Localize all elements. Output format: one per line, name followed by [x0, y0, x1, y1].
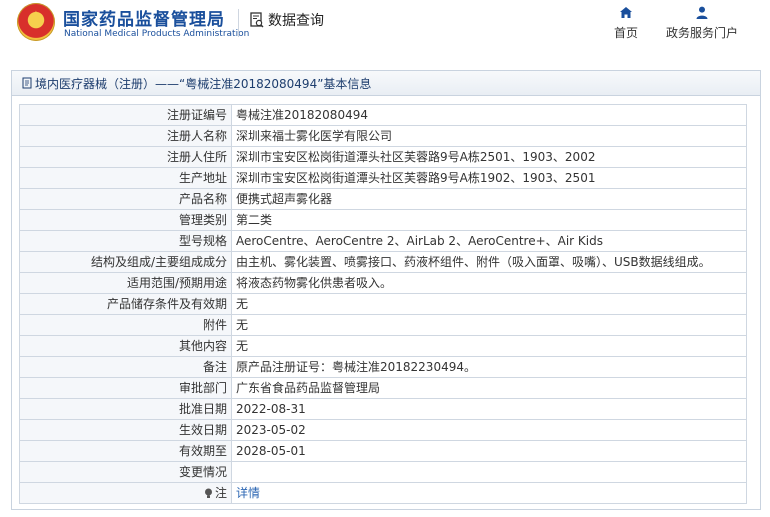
table-row: 其他内容无 — [19, 335, 747, 357]
table-row: 备注 原产品注册证号：粤械注准20182230494。 — [19, 356, 747, 378]
lightbulb-icon — [204, 488, 212, 498]
table-row: 变更情况 — [19, 461, 747, 483]
document-search-icon — [250, 11, 264, 27]
note-row: 注 详情 — [19, 482, 747, 504]
note-label-cell: 注 — [19, 482, 232, 504]
row-label: 其他内容 — [19, 335, 232, 357]
data-query-label: 数据查询 — [268, 13, 324, 29]
row-label: 型号规格 — [19, 230, 232, 252]
table-row: 产品储存条件及有效期无 — [19, 293, 747, 315]
nav-home-label: 首页 — [613, 26, 638, 40]
row-value: 2028-05-01 — [231, 440, 747, 462]
table-row: 注册人住所 深圳市宝安区松岗街道潭头社区芙蓉路9号A栋2501、1903、2002 — [19, 146, 747, 168]
row-value: 无 — [231, 335, 747, 357]
row-label: 变更情况 — [19, 461, 232, 483]
row-label: 注册人住所 — [19, 146, 232, 168]
row-value: 粤械注准20182080494 — [231, 104, 747, 126]
row-label: 注册人名称 — [19, 125, 232, 147]
document-icon — [22, 77, 32, 89]
site-logo-title[interactable]: 国家药品监督管理局 — [63, 5, 225, 30]
table-row: 审批部门 广东省食品药品监督管理局 — [19, 377, 747, 399]
row-value: 广东省食品药品监督管理局 — [231, 377, 747, 399]
row-value: 无 — [231, 293, 747, 315]
row-label: 产品储存条件及有效期 — [19, 293, 232, 315]
table-row: 批准日期 2022-08-31 — [19, 398, 747, 420]
national-emblem-icon: ★ — [17, 3, 55, 41]
row-label: 有效期至 — [19, 440, 232, 462]
note-value-cell: 详情 — [231, 482, 747, 504]
row-value: 将液态药物雾化供患者吸入。 — [231, 272, 747, 294]
table-row: 有效期至 2028-05-01 — [19, 440, 747, 462]
nav-portal-label: 政务服务门户 — [665, 26, 738, 40]
row-value: 第二类 — [231, 209, 747, 231]
row-value: 无 — [231, 314, 747, 336]
row-label: 管理类别 — [19, 209, 232, 231]
row-label: 产品名称 — [19, 188, 232, 210]
header-divider — [238, 9, 239, 37]
row-value — [231, 461, 747, 483]
user-icon — [696, 6, 708, 19]
site-logo-subtitle: National Medical Products Administration — [64, 29, 250, 39]
panel-title-bar: 境内医疗器械（注册）——“粤械注准20182080494”基本信息 — [12, 71, 760, 96]
row-value: 2023-05-02 — [231, 419, 747, 441]
table-row: 附件无 — [19, 314, 747, 336]
table-row: 型号规格 AeroCentre、AeroCentre 2、AirLab 2、Aer… — [19, 230, 747, 252]
table-row: 注册人名称 深圳来福士雾化医学有限公司 — [19, 125, 747, 147]
row-label: 注册证编号 — [19, 104, 232, 126]
row-value: 由主机、雾化装置、喷雾接口、药液杯组件、附件（吸入面罩、吸嘴）、USB数据线组成… — [231, 251, 747, 273]
table-row: 适用范围/预期用途 将液态药物雾化供患者吸入。 — [19, 272, 747, 294]
table-row: 生产地址 深圳市宝安区松岗街道潭头社区芙蓉路9号A栋1902、1903、2501 — [19, 167, 747, 189]
row-label: 生效日期 — [19, 419, 232, 441]
row-value: 深圳来福士雾化医学有限公司 — [231, 125, 747, 147]
table-row: 管理类别 第二类 — [19, 209, 747, 231]
row-value: 原产品注册证号：粤械注准20182230494。 — [231, 356, 747, 378]
row-label: 批准日期 — [19, 398, 232, 420]
row-label: 生产地址 — [19, 167, 232, 189]
detail-table: 注册证编号 粤械注准20182080494 注册人名称 深圳来福士雾化医学有限公司 … — [19, 104, 747, 504]
nav-service-portal[interactable]: 政务服务门户 — [664, 6, 740, 41]
panel-title: 境内医疗器械（注册）——“粤械注准20182080494”基本信息 — [35, 76, 372, 91]
site-header: ★ 国家药品监督管理局 National Medical Products Ad… — [0, 0, 770, 62]
table-row: 注册证编号 粤械注准20182080494 — [19, 104, 747, 126]
row-value: 便携式超声雾化器 — [231, 188, 747, 210]
row-value: 深圳市宝安区松岗街道潭头社区芙蓉路9号A栋2501、1903、2002 — [231, 146, 747, 168]
details-link[interactable]: 详情 — [236, 486, 260, 500]
row-label: 附件 — [19, 314, 232, 336]
nav-home[interactable]: 首页 — [612, 6, 640, 41]
table-row: 生效日期 2023-05-02 — [19, 419, 747, 441]
table-row: 结构及组成/主要组成成分 由主机、雾化装置、喷雾接口、药液杯组件、附件（吸入面罩、… — [19, 251, 747, 273]
detail-panel: 境内医疗器械（注册）——“粤械注准20182080494”基本信息 注册证编号粤… — [11, 70, 761, 510]
row-label: 审批部门 — [19, 377, 232, 399]
note-label: 注 — [214, 486, 227, 500]
table-row: 产品名称 便携式超声雾化器 — [19, 188, 747, 210]
row-label: 结构及组成/主要组成成分 — [19, 251, 232, 273]
row-value: 2022-08-31 — [231, 398, 747, 420]
home-icon — [620, 7, 632, 18]
row-value: AeroCentre、AeroCentre 2、AirLab 2、AeroCen… — [231, 230, 747, 252]
row-label: 适用范围/预期用途 — [19, 272, 232, 294]
data-query-link[interactable]: 数据查询 — [250, 10, 324, 30]
row-label: 备注 — [19, 356, 232, 378]
row-value: 深圳市宝安区松岗街道潭头社区芙蓉路9号A栋1902、1903、2501 — [231, 167, 747, 189]
